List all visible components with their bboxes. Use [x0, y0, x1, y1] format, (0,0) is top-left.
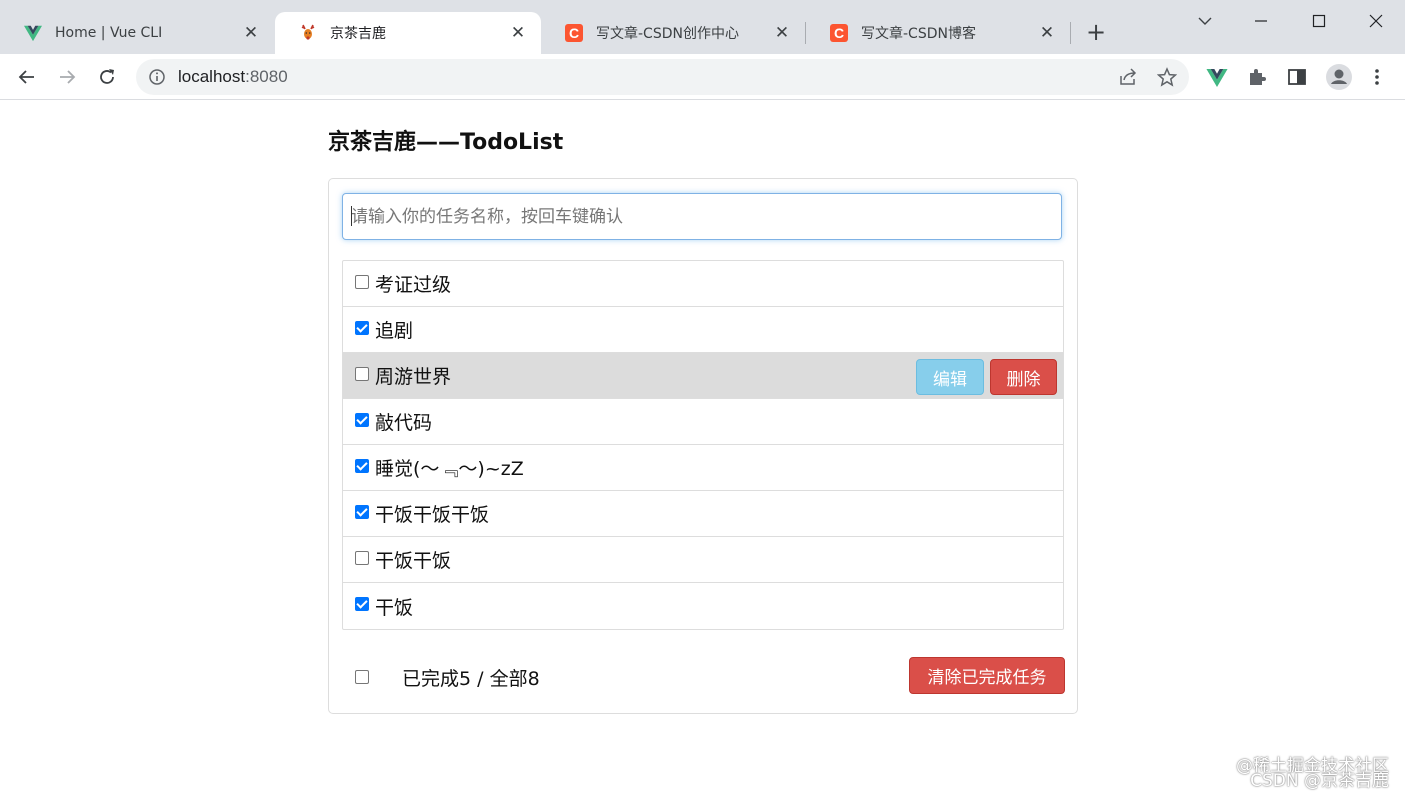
todo-checkbox[interactable] [355, 412, 369, 427]
todo-item[interactable]: 敲代码 [343, 399, 1063, 445]
vue-logo-icon [24, 24, 42, 42]
todo-item[interactable]: 考证过级 [343, 261, 1063, 307]
side-panel-icon[interactable] [1286, 66, 1308, 88]
todo-text: 考证过级 [375, 274, 452, 296]
text-caret [351, 206, 352, 226]
todo-item[interactable]: 干饭干饭 [343, 537, 1063, 583]
browser-toolbar: localhost:8080 [0, 54, 1405, 100]
todo-text: 睡觉(～﹃～)~zZ [375, 458, 524, 480]
profile-avatar-icon[interactable] [1325, 63, 1353, 91]
site-info-icon[interactable] [148, 68, 166, 86]
maximize-icon[interactable] [1304, 6, 1334, 36]
csdn-icon: C [565, 24, 583, 42]
todo-footer: 已完成5 / 全部8 清除已完成任务 [342, 657, 1065, 695]
edit-button[interactable]: 编辑 [916, 359, 984, 395]
tab-vue-cli[interactable]: Home | Vue CLI ✕ [0, 12, 274, 54]
todo-container: 考证过级 追剧 周游世界 编辑 删除 敲代码 睡觉(～﹃～)~zZ 干饭干饭干饭… [328, 178, 1078, 714]
csdn-icon: C [830, 24, 848, 42]
extensions-puzzle-icon[interactable] [1246, 66, 1268, 88]
todo-checkbox[interactable] [355, 458, 369, 473]
todo-checkbox[interactable] [355, 366, 369, 381]
tab-todolist[interactable]: 京茶吉鹿 ✕ [275, 12, 541, 54]
tab-close-icon[interactable]: ✕ [509, 24, 527, 42]
todo-list: 考证过级 追剧 周游世界 编辑 删除 敲代码 睡觉(～﹃～)~zZ 干饭干饭干饭… [342, 260, 1064, 630]
browser-tab-strip: Home | Vue CLI ✕ 京茶吉鹿 ✕ C 写文章-CSDN创作中心 ✕… [0, 0, 1405, 54]
todo-text: 干饭 [375, 596, 414, 619]
reload-icon[interactable] [92, 62, 122, 92]
tab-title: 写文章-CSDN博客 [861, 26, 976, 42]
todo-text: 追剧 [375, 320, 414, 342]
select-all-checkbox[interactable] [355, 670, 369, 684]
tab-close-icon[interactable]: ✕ [1038, 24, 1056, 42]
completion-stat: 已完成5 / 全部8 [402, 668, 540, 690]
tab-title: 写文章-CSDN创作中心 [596, 26, 739, 42]
tab-separator [1070, 22, 1071, 44]
todo-checkbox[interactable] [355, 597, 369, 611]
delete-button[interactable]: 删除 [990, 359, 1057, 395]
todo-text: 敲代码 [375, 412, 433, 434]
tab-close-icon[interactable]: ✕ [242, 24, 260, 42]
page-title: 京茶吉鹿——TodoList [328, 130, 564, 155]
clear-completed-button[interactable]: 清除已完成任务 [909, 657, 1065, 694]
watermark-csdn: CSDN @京茶吉鹿 [1250, 771, 1389, 791]
todo-item[interactable]: 周游世界 编辑 删除 [343, 353, 1063, 399]
todo-text: 干饭干饭 [375, 550, 452, 572]
address-bar[interactable]: localhost:8080 [136, 59, 1189, 95]
back-arrow-icon[interactable] [12, 62, 42, 92]
share-icon[interactable] [1118, 67, 1138, 87]
minimize-icon[interactable] [1246, 6, 1276, 36]
menu-kebab-icon[interactable] [1366, 66, 1388, 88]
todo-item[interactable]: 干饭 [343, 583, 1063, 629]
todo-checkbox[interactable] [355, 550, 369, 565]
todo-item[interactable]: 睡觉(～﹃～)~zZ [343, 445, 1063, 491]
vue-devtools-icon[interactable] [1206, 66, 1228, 88]
tab-search-chevron-icon[interactable] [1190, 6, 1220, 36]
tab-title: Home | Vue CLI [55, 25, 163, 41]
close-window-icon[interactable] [1361, 6, 1391, 36]
url-text: localhost:8080 [178, 67, 288, 86]
tab-close-icon[interactable]: ✕ [773, 24, 791, 42]
todo-item[interactable]: 追剧 [343, 307, 1063, 353]
tab-title: 京茶吉鹿 [330, 26, 386, 42]
tab-csdn-creation[interactable]: C 写文章-CSDN创作中心 ✕ [541, 12, 805, 54]
deer-icon [299, 24, 317, 42]
tab-csdn-blog[interactable]: C 写文章-CSDN博客 ✕ [806, 12, 1070, 54]
todo-text: 干饭干饭干饭 [375, 504, 490, 526]
todo-input[interactable] [342, 193, 1062, 240]
forward-arrow-icon[interactable] [52, 62, 82, 92]
todo-text: 周游世界 [375, 366, 452, 388]
todo-checkbox[interactable] [355, 504, 369, 519]
todo-checkbox[interactable] [355, 320, 369, 335]
todo-checkbox[interactable] [355, 274, 369, 289]
new-tab-button[interactable]: + [1083, 19, 1109, 45]
bookmark-star-icon[interactable] [1157, 67, 1177, 87]
todo-item[interactable]: 干饭干饭干饭 [343, 491, 1063, 537]
